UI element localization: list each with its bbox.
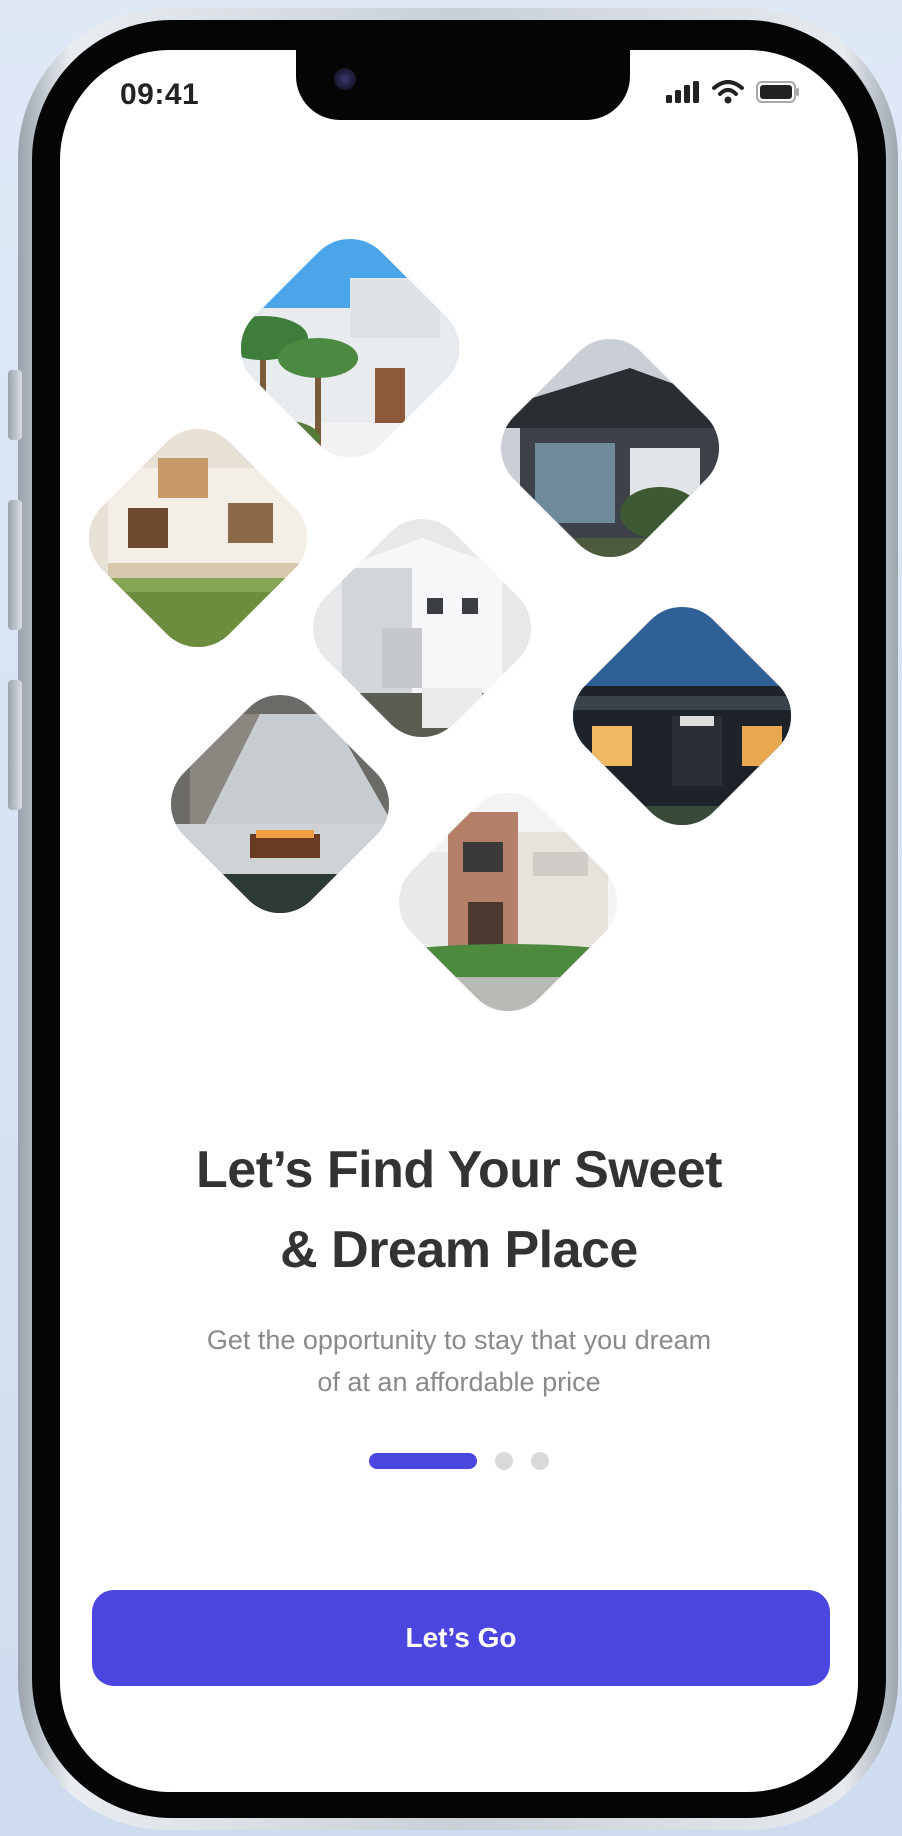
app-screen: 09:41 Let’s Find Your Sweet & Dream Plac… [60,50,858,1792]
page-dot[interactable] [495,1452,513,1470]
headline-line2: & Dream Place [280,1221,638,1279]
subtitle-line1: Get the opportunity to stay that you dre… [206,1325,712,1355]
house-tile-palms[interactable] [222,220,478,476]
house-tile-lawn[interactable] [70,410,326,666]
silent-switch [8,370,22,440]
subtitle-line2: of at an affordable price [317,1367,601,1397]
house-tile-white-modern[interactable] [294,500,550,756]
volume-up-button [8,500,22,630]
house-tile-brick-townhouse[interactable] [380,774,636,1030]
house-tile-living-room[interactable] [152,676,408,932]
lets-go-button[interactable]: Let’s Go [92,1590,830,1686]
house-tile-night-facade[interactable] [554,588,810,844]
house-gallery [60,50,858,1050]
page-dot[interactable] [531,1452,549,1470]
page-dot-active[interactable] [369,1453,477,1469]
page-indicator [60,1452,858,1470]
headline-line1: Let’s Find Your Sweet [196,1141,722,1199]
house-tile-dark-modern[interactable] [482,320,738,576]
volume-down-button [8,680,22,810]
